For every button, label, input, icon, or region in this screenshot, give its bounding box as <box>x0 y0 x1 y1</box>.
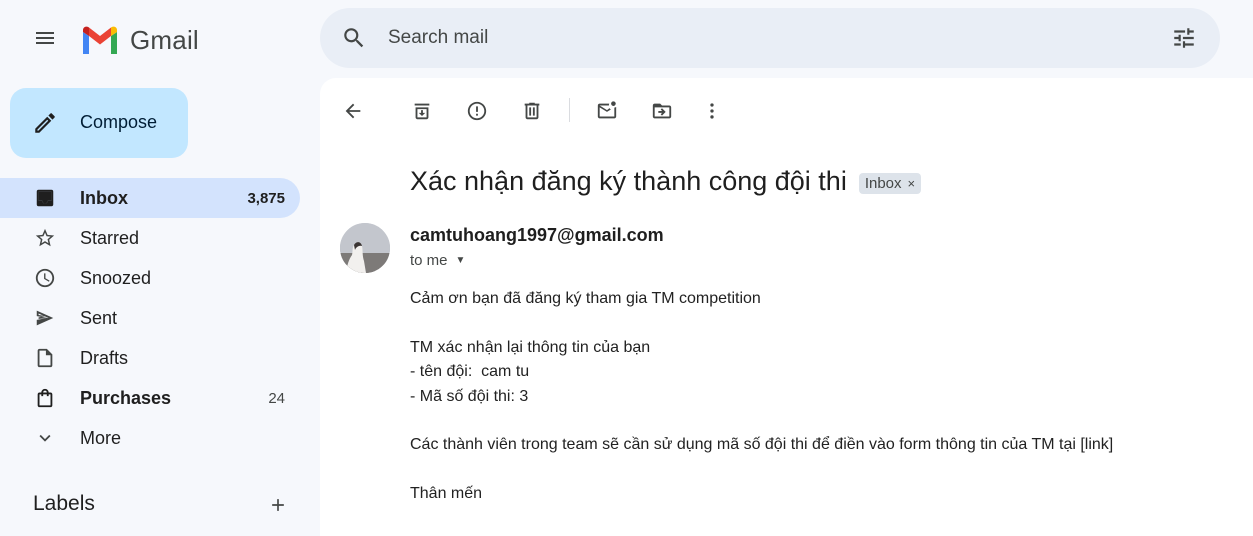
sender-email[interactable]: camtuhoang1997@gmail.com <box>410 225 664 246</box>
unread-count: 3,875 <box>247 190 285 207</box>
mark-unread-icon <box>597 101 617 119</box>
plus-icon <box>272 499 284 511</box>
delete-button[interactable] <box>515 94 549 128</box>
move-to-icon <box>652 103 672 119</box>
more-options-button[interactable] <box>695 94 729 128</box>
sidebar-item-label: Snoozed <box>80 268 152 288</box>
search-icon <box>344 28 364 48</box>
body-line: Thân mến <box>410 485 483 503</box>
mark-unread-button[interactable] <box>590 94 624 128</box>
search-button[interactable] <box>338 22 370 54</box>
body-line: - tên đội: cam tu <box>410 363 530 381</box>
draft-icon <box>33 346 57 370</box>
compose-button[interactable]: Compose <box>10 88 188 158</box>
inbox-label-badge: Inbox × <box>858 172 922 194</box>
recipient-details-toggle[interactable]: to me ▼ <box>410 252 465 269</box>
sidebar-item-label: Inbox <box>80 188 128 208</box>
create-label-button[interactable] <box>264 491 292 519</box>
delete-icon <box>524 102 540 120</box>
pencil-icon <box>35 113 55 133</box>
back-icon <box>345 103 361 119</box>
gmail-m-icon <box>83 26 117 54</box>
sidebar-item-inbox[interactable]: Inbox 3,875 <box>0 178 300 218</box>
send-icon <box>33 306 57 330</box>
move-to-button[interactable] <box>645 94 679 128</box>
sidebar-item-label: Purchases <box>80 388 172 408</box>
body-blank-line <box>410 458 1113 482</box>
main-menu-button[interactable] <box>25 18 65 58</box>
gmail-logo[interactable]: Gmail <box>80 20 199 60</box>
sidebar-nav: Inbox 3,875 Starred Snoozed Sent Drafts … <box>0 178 310 458</box>
purchases-icon <box>33 386 57 410</box>
body-blank-line <box>410 311 1113 335</box>
sidebar-item-sent[interactable]: Sent <box>0 298 300 338</box>
sender-photo <box>340 223 390 273</box>
archive-button[interactable] <box>405 94 439 128</box>
report-spam-icon <box>467 101 487 121</box>
inbox-icon <box>33 186 57 210</box>
email-body: Cảm ơn bạn đã đăng ký tham gia TM compet… <box>410 287 1113 507</box>
sidebar-item-drafts[interactable]: Drafts <box>0 338 300 378</box>
top-bar: Gmail <box>0 0 1253 78</box>
badge-label: Inbox <box>864 174 902 192</box>
labels-heading: Labels <box>33 492 95 515</box>
body-line: Cảm ơn bạn đã đăng ký tham gia TM compet… <box>410 290 761 307</box>
body-blank-line <box>410 409 1113 433</box>
back-button[interactable] <box>336 94 370 128</box>
caret-down-icon: ▼ <box>455 255 466 266</box>
chevron-down-icon <box>33 426 57 450</box>
hamburger-menu-icon <box>36 32 54 44</box>
report-spam-button[interactable] <box>460 94 494 128</box>
recipient-label: to me <box>410 252 448 269</box>
search-options-button[interactable] <box>1166 20 1202 56</box>
search-input[interactable] <box>388 24 1148 52</box>
sidebar-item-label: Drafts <box>80 348 129 368</box>
sidebar-item-more[interactable]: More <box>0 418 300 458</box>
search-bar[interactable] <box>320 8 1220 68</box>
sidebar-item-purchases[interactable]: Purchases 24 <box>0 378 300 418</box>
sidebar-item-label: Starred <box>80 228 140 248</box>
clock-icon <box>33 266 57 290</box>
email-subject-row: Xác nhận đăng ký thành công đội thi Inbo… <box>410 166 922 197</box>
compose-label: Compose <box>80 112 158 132</box>
sidebar-item-label: Sent <box>80 308 118 328</box>
star-icon <box>33 226 57 250</box>
remove-label-button[interactable]: × <box>908 176 916 191</box>
unread-count: 24 <box>268 390 285 407</box>
archive-icon <box>414 103 430 120</box>
tune-icon <box>1174 28 1194 48</box>
toolbar-divider <box>569 98 570 122</box>
app-name: Gmail <box>130 24 199 55</box>
email-subject: Xác nhận đăng ký thành công đội thi <box>410 166 847 196</box>
sidebar-item-label: More <box>80 428 122 448</box>
email-view: Xác nhận đăng ký thành công đội thi Inbo… <box>320 78 1253 536</box>
body-line: - Mã số đội thi: 3 <box>410 387 529 405</box>
body-line: Các thành viên trong team sẽ cần sử dụng… <box>410 436 1114 454</box>
sidebar-item-starred[interactable]: Starred <box>0 218 300 258</box>
more-vert-icon <box>710 103 714 119</box>
sidebar-item-snoozed[interactable]: Snoozed <box>0 258 300 298</box>
body-line: TM xác nhận lại thông tin của bạn <box>410 338 651 356</box>
avatar[interactable] <box>340 223 390 273</box>
